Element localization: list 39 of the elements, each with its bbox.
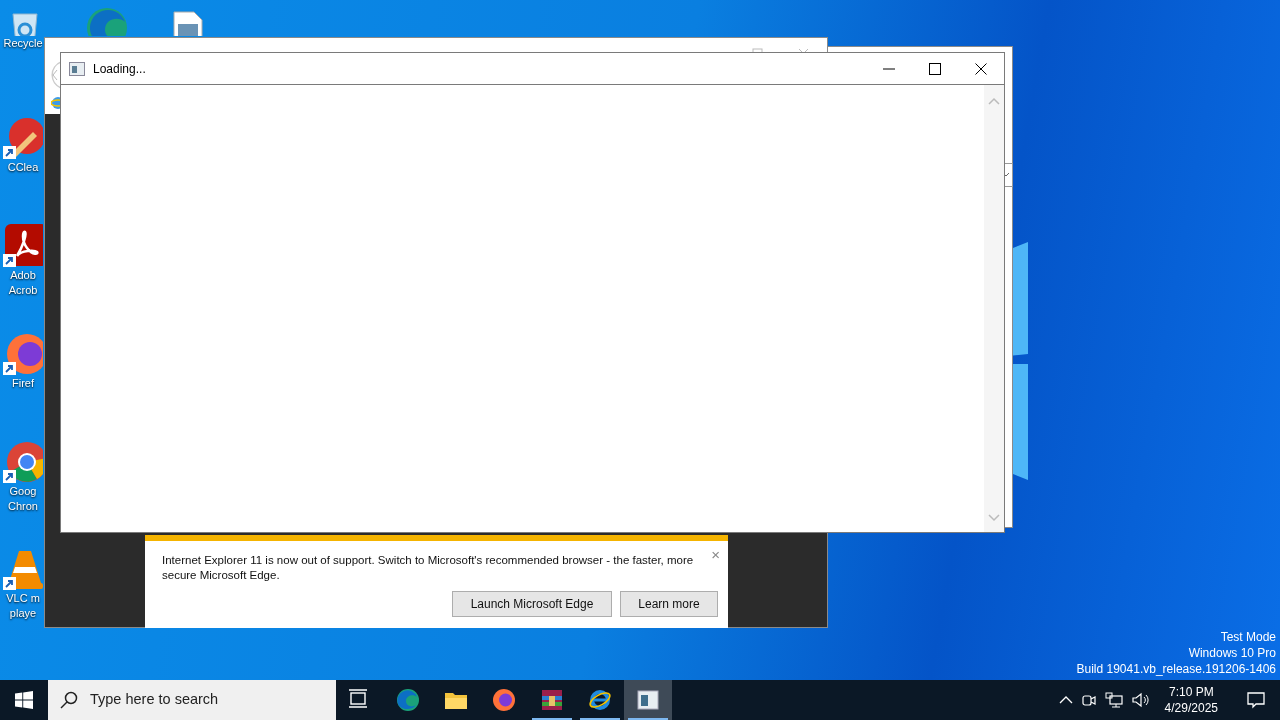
network-icon[interactable] [1104,692,1123,708]
icon-label: Goog [8,484,38,499]
icon-label: CClea [6,160,40,175]
app-icon [636,688,660,712]
search-input[interactable]: Type here to search [88,688,318,712]
learn-more-button[interactable]: Learn more [620,591,718,617]
taskbar-button[interactable] [624,680,672,720]
close-icon[interactable] [975,62,987,75]
icon-label: VLC m [5,591,41,606]
system-notice-text: Test Mode [1219,629,1276,645]
volume-icon[interactable] [1130,692,1151,708]
icon-label: Recycle [2,36,44,51]
icon-label: Adob [9,268,37,283]
icon-label: Acrob [7,283,39,298]
system-notice-text: Build 19041.vb_release.191206-1406 [1076,661,1276,677]
icon-label: Firef [11,376,35,391]
search-box[interactable]: Type here to search [48,680,336,720]
ie-icon [588,688,612,712]
firefox-icon [492,688,516,712]
time-text: 7:10 PM [1167,684,1215,700]
message-icon [1246,690,1266,710]
search-icon [60,691,78,709]
system-notice-text: Windows 10 Pro [1187,645,1276,661]
app-icon [69,61,85,76]
window-title: Loading... [93,60,146,78]
camera-icon[interactable] [1080,692,1097,708]
acrobat-icon[interactable] [3,222,43,268]
edge-icon [396,688,420,712]
clock[interactable]: 7:10 PM 4/29/2025 [1158,684,1224,716]
notification-message: Internet Explorer 11 is now out of support. Switch to Microsoft's recommended browser - the faster, more secure Microsoft Edge. [162,553,695,583]
close-button[interactable]: × [711,547,720,562]
maximize-icon[interactable] [929,62,941,75]
chevron-up-icon[interactable] [1058,695,1073,705]
date-text: 4/29/2025 [1164,700,1218,716]
windows-logo-icon [15,691,33,709]
launch-button[interactable]: Launch Microsoft Edge [452,591,612,617]
icon-label: playe [8,606,38,621]
archive-icon [540,688,564,712]
icon-label: Chron [7,499,39,514]
